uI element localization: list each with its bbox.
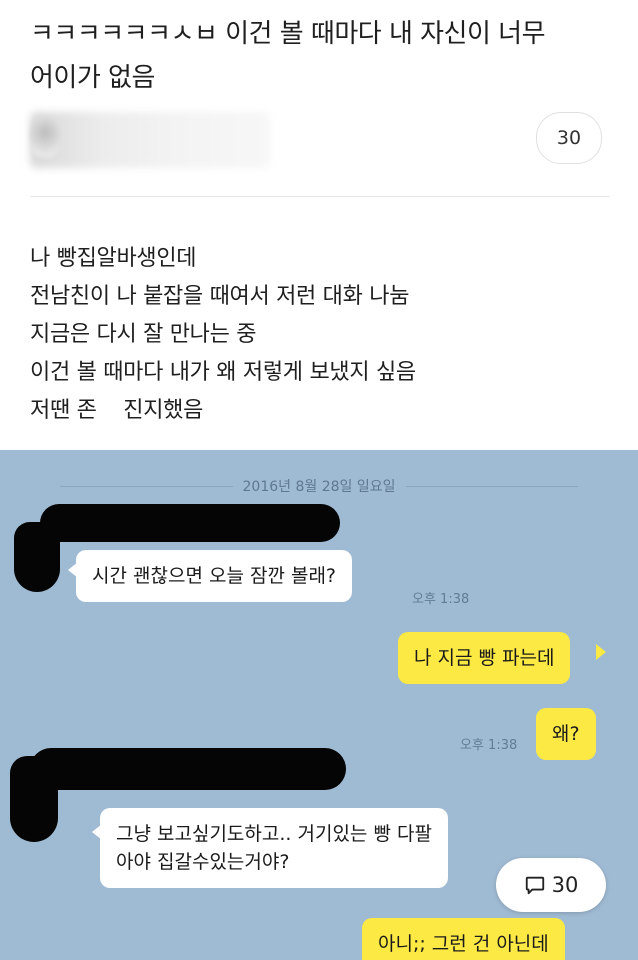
comment-count-button[interactable]: 30 — [536, 112, 602, 164]
divider — [30, 196, 610, 197]
message-time: 오후 1:38 — [412, 592, 470, 607]
chat-date: 2016년 8월 28일 일요일 — [242, 479, 396, 495]
chat-message[interactable]: 왜? — [536, 708, 596, 760]
floating-comment-button[interactable]: 30 — [496, 858, 606, 912]
post-body-line: 저땐 존 진지했음 — [30, 398, 204, 423]
post-page: ㅋㅋㅋㅋㅋㅋㅅㅂ 이건 볼 때마다 내 자신이 너무 어이가 없음 30 나 빵… — [0, 0, 638, 960]
speech-bubble-icon — [525, 876, 544, 895]
post-body-line: 나 빵집알바생인데 — [30, 246, 197, 271]
floating-comment-count: 30 — [551, 873, 579, 897]
redaction-mark — [40, 504, 340, 542]
message-time: 오후 1:38 — [460, 738, 518, 753]
chat-date-divider: 2016년 8월 28일 일요일 — [60, 474, 579, 498]
author-row: 30 — [30, 108, 610, 178]
post-title-line-2: 어이가 없음 — [30, 63, 155, 93]
chat-message[interactable]: 시간 괜찮으면 오늘 잠깐 볼래? — [76, 550, 353, 602]
chat-message[interactable]: 나 지금 빵 파는데 — [398, 632, 571, 684]
post-body-line: 전남친이 나 붙잡을 때여서 저런 대화 나눔 — [30, 284, 410, 309]
chat-message[interactable]: 아니;; 그런 건 아닌데 — [362, 918, 565, 960]
comment-count: 30 — [556, 127, 582, 149]
date-rule-left — [60, 485, 233, 487]
avatar[interactable] — [30, 116, 60, 158]
post-body: 나 빵집알바생인데 전남친이 나 붙잡을 때여서 저런 대화 나눔 지금은 다시… — [30, 240, 610, 430]
post-title-line-1: ㅋㅋㅋㅋㅋㅋㅅㅂ 이건 볼 때마다 내 자신이 너무 — [30, 19, 546, 49]
bubble-tail — [596, 644, 606, 660]
redaction-mark — [30, 748, 346, 790]
post-title: ㅋㅋㅋㅋㅋㅋㅅㅂ 이건 볼 때마다 내 자신이 너무 어이가 없음 — [30, 12, 610, 100]
chat-message[interactable]: 그냥 보고싶기도하고.. 거기있는 빵 다팔 아야 집갈수있는거야? — [100, 808, 448, 888]
author-info-blurred — [30, 112, 270, 168]
date-rule-right — [405, 485, 579, 487]
post-body-line: 지금은 다시 잘 만나는 중 — [30, 322, 257, 347]
post-body-line: 이건 볼 때마다 내가 왜 저렇게 보냈지 싶음 — [30, 360, 416, 385]
